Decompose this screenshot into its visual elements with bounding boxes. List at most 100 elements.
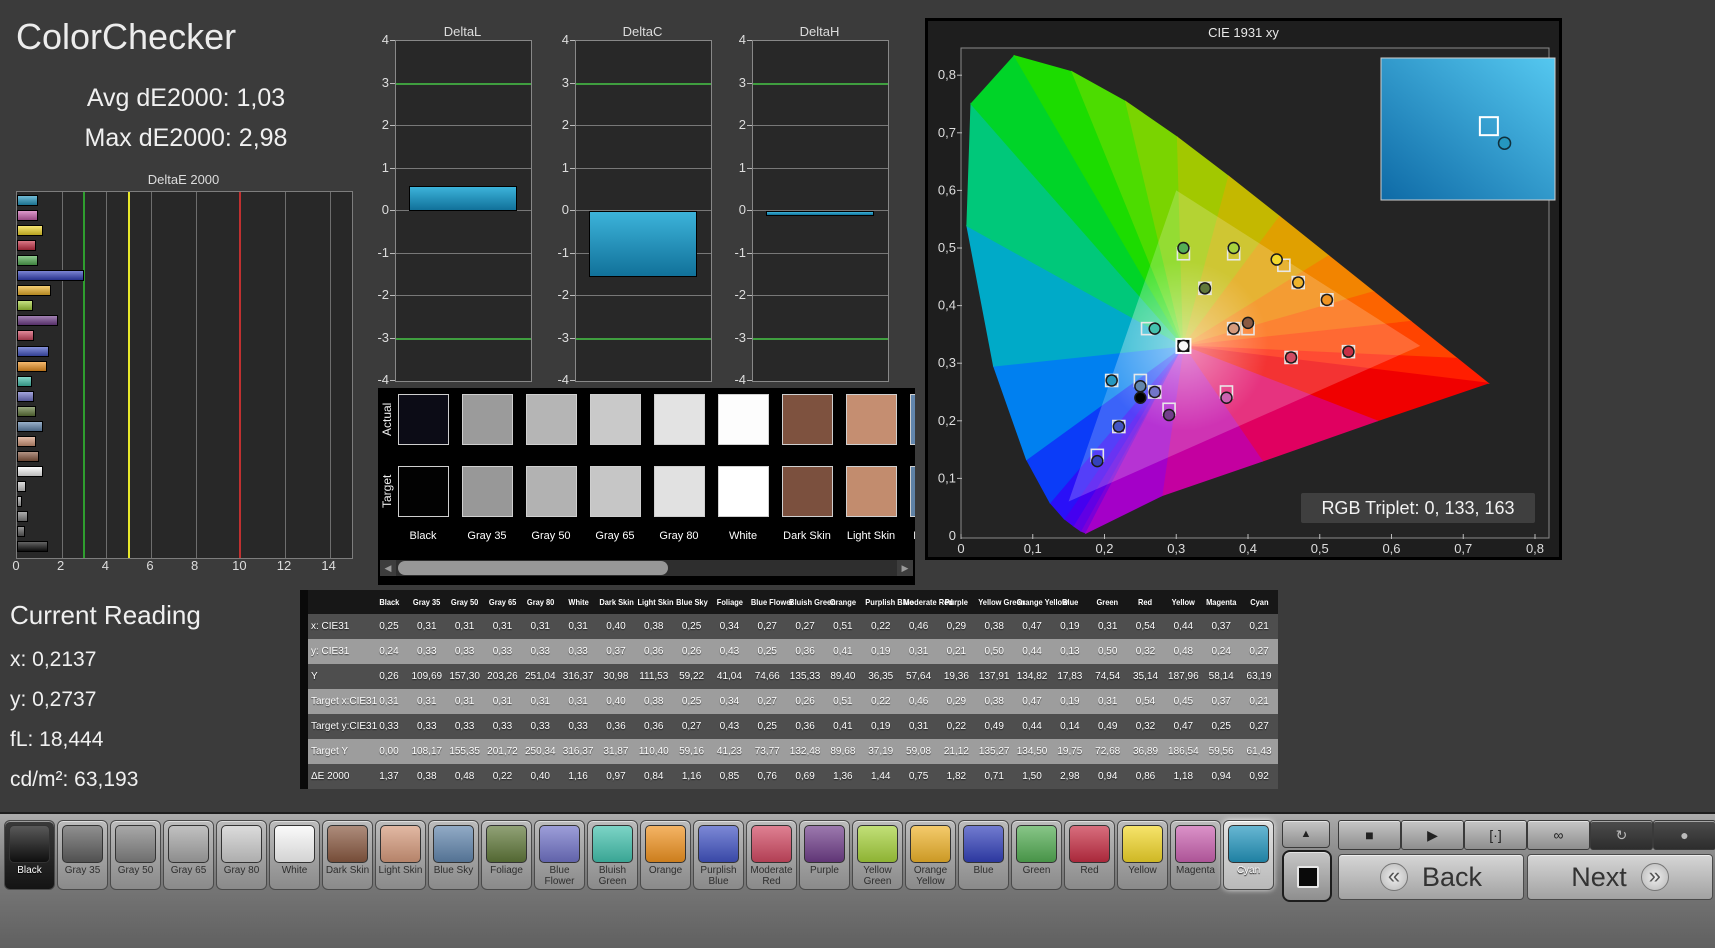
play-button[interactable]: ▶ [1401,820,1464,850]
data-cell: 0,37 [1202,614,1241,639]
data-cell: 0,25 [748,639,787,664]
patch-label: Yellow [1128,865,1157,876]
col-header: Gray 80 [521,590,560,614]
data-cell: 0,51 [823,689,862,714]
toolbar-patch-orange[interactable]: Orange [640,820,691,890]
toolbar-patch-white[interactable]: White [269,820,320,890]
delta_c-ytick-1 [570,167,575,169]
data-cell: 187,96 [1164,664,1203,689]
delta_c-grid--2 [576,295,711,296]
scrollbar-thumb[interactable] [398,561,668,575]
patch-chip [380,825,421,863]
toolbar-patch-gray-35[interactable]: Gray 35 [57,820,108,890]
data-cell: 0,85 [710,764,749,789]
cie-ytick: 0,4 [938,298,956,313]
toolbar-patch-moderate-red[interactable]: Moderate Red [746,820,797,890]
delta_c-grid-3 [576,82,711,85]
toolbar-patch-bluish-green[interactable]: Bluish Green [587,820,638,890]
delta_l-chart [395,40,532,382]
data-cell: 111,53 [634,664,673,689]
delta_l-ytick-3 [390,82,395,84]
target-row-label: Target [380,474,394,509]
toolbar-patch-foliage[interactable]: Foliage [481,820,532,890]
actual-swatch-gray-80 [654,394,705,445]
toolbar-patch-blue-flower[interactable]: Blue Flower [534,820,585,890]
toolbar-patch-black[interactable]: Black [4,820,55,890]
data-cell: 0,25 [370,614,408,639]
data-cell: 0,46 [899,689,938,714]
patch-chip [539,825,580,863]
measurement-table: Black Gray 35 Gray 50 Gray 65 Gray 80 White Da… [300,590,1286,789]
stop-button[interactable]: ■ [1338,820,1401,850]
data-cell: 135,27 [975,739,1014,764]
data-cell: 1,50 [1013,764,1051,789]
delta_h-ytick--4 [747,380,752,381]
toolbar-patch-purple[interactable]: Purple [799,820,850,890]
toolbar-patch-orange-yellow[interactable]: Orange Yellow [905,820,956,890]
data-cell: 108,17 [407,739,446,764]
patch-chip [751,825,792,863]
toolbar-patch-blue[interactable]: Blue [958,820,1009,890]
toolbar-patch-gray-80[interactable]: Gray 80 [216,820,267,890]
reading-x: x: 0,2137 [10,648,97,671]
toolbar-patch-red[interactable]: Red [1064,820,1115,890]
cie-ytick: 0,8 [938,67,956,82]
toolbar-patch-cyan[interactable]: Cyan [1223,820,1274,890]
data-cell: 0,44 [1164,614,1203,639]
deltae-bar-gray-65 [17,496,22,507]
toolbar-patch-blue-sky[interactable]: Blue Sky [428,820,479,890]
next-button[interactable]: Next » [1527,854,1713,900]
green-limit-line [83,192,85,558]
data-cell: 57,64 [899,664,938,689]
data-cell: 0,49 [1088,714,1127,739]
delta_h-ytick--1 [747,252,752,254]
data-cell: 0,92 [1240,764,1278,789]
toolbar-patch-green[interactable]: Green [1011,820,1062,890]
data-cell: 63,19 [1240,664,1278,689]
patch-label: Light Skin [378,865,423,876]
loop-button[interactable]: ∞ [1527,820,1590,850]
cie-ytick: 0,2 [938,413,956,428]
delta_c-ylabel-2: 2 [561,117,569,132]
cie-xtick: 0,8 [1526,541,1544,556]
avg-de2000: Avg dE2000: 1,03 [86,84,286,112]
swatch-label-dark-skin: Dark Skin [783,530,831,542]
delta_h-grid--2 [753,295,888,296]
data-cell: 0,38 [975,689,1014,714]
data-cell: 0,54 [1126,689,1165,714]
window-mode-button[interactable] [1282,850,1332,902]
patch-label: Blue Sky [433,865,474,876]
toolbar-patch-purplish-blue[interactable]: Purplish Blue [693,820,744,890]
toolbar-patch-dark-skin[interactable]: Dark Skin [322,820,373,890]
data-cell: 0,22 [483,764,522,789]
data-cell: 74,54 [1088,664,1127,689]
refresh-button[interactable]: ↻ [1590,820,1653,850]
gridline-6 [151,192,152,558]
target-button[interactable]: [·] [1464,820,1527,850]
row-header: Target Y [308,739,371,764]
patch-label: Foliage [490,865,523,876]
swatch-scrollbar[interactable]: ◀ ▶ [380,560,913,576]
collapse-button[interactable]: ▲ [1282,820,1330,848]
data-cell: 0,41 [823,639,862,664]
delta_l-grid-2 [396,125,531,126]
delta_c-ylabel--1: -1 [557,244,569,260]
blank-button[interactable]: ● [1653,820,1715,850]
back-button[interactable]: « Back [1338,854,1524,900]
toolbar-patch-gray-65[interactable]: Gray 65 [163,820,214,890]
data-cell: 0,47 [1164,714,1203,739]
row-header: Y [308,664,371,689]
toolbar-patch-yellow[interactable]: Yellow [1117,820,1168,890]
patch-chip [486,825,527,863]
swatch-label-white: White [728,530,758,542]
delta_c-ytick--3 [570,337,575,339]
deltae-bar-blue-flower [17,390,34,402]
toolbar-patch-yellow-green[interactable]: Yellow Green [852,820,903,890]
scroll-right-arrow[interactable]: ▶ [897,560,913,576]
current-reading-title: Current Reading [10,600,201,630]
scroll-left-arrow[interactable]: ◀ [380,560,396,576]
toolbar-patch-magenta[interactable]: Magenta [1170,820,1221,890]
toolbar-patch-gray-50[interactable]: Gray 50 [110,820,161,890]
patch-label: Gray 65 [170,865,207,876]
toolbar-patch-light-skin[interactable]: Light Skin [375,820,426,890]
